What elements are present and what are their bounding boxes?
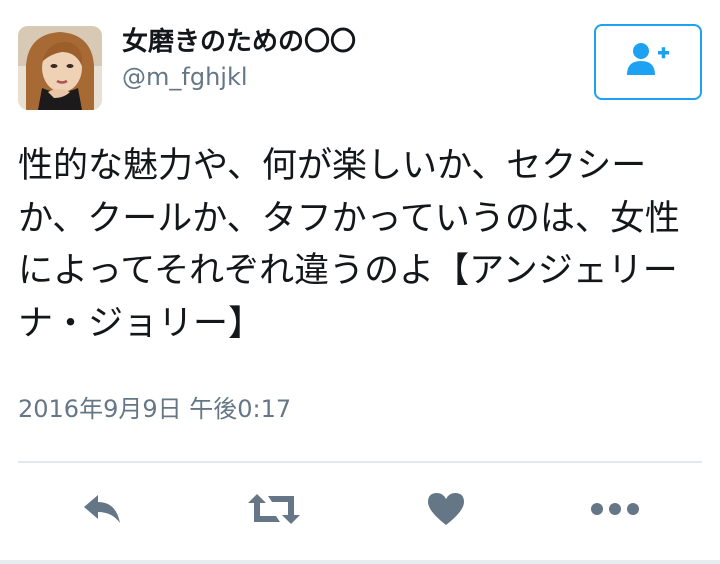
tweet-timestamp[interactable]: 2016年9月9日 午後0:17 — [18, 392, 291, 426]
avatar[interactable] — [18, 26, 102, 110]
tweet-header: 女磨きのための〇〇 @m_fghjkl — [18, 24, 702, 114]
user-info: 女磨きのための〇〇 @m_fghjkl — [122, 24, 356, 94]
tweet-actions — [0, 485, 720, 537]
reply-button[interactable] — [72, 485, 132, 537]
user-handle[interactable]: @m_fghjkl — [122, 60, 356, 94]
display-name[interactable]: 女磨きのための〇〇 — [122, 24, 356, 60]
retweet-button[interactable] — [244, 485, 304, 537]
tweet-text: 性的な魅力や、何が楽しいか、セクシーか、クールか、タフかっていうのは、女性によっ… — [18, 146, 680, 344]
retweet-icon — [246, 491, 302, 531]
add-user-icon — [625, 41, 671, 83]
like-button[interactable] — [416, 485, 476, 537]
heart-icon — [426, 491, 466, 531]
reply-icon — [80, 491, 124, 531]
bottom-divider — [0, 560, 720, 564]
follow-button[interactable] — [594, 24, 702, 100]
more-icon — [589, 501, 641, 521]
divider — [18, 461, 702, 463]
more-button[interactable] — [585, 485, 645, 537]
